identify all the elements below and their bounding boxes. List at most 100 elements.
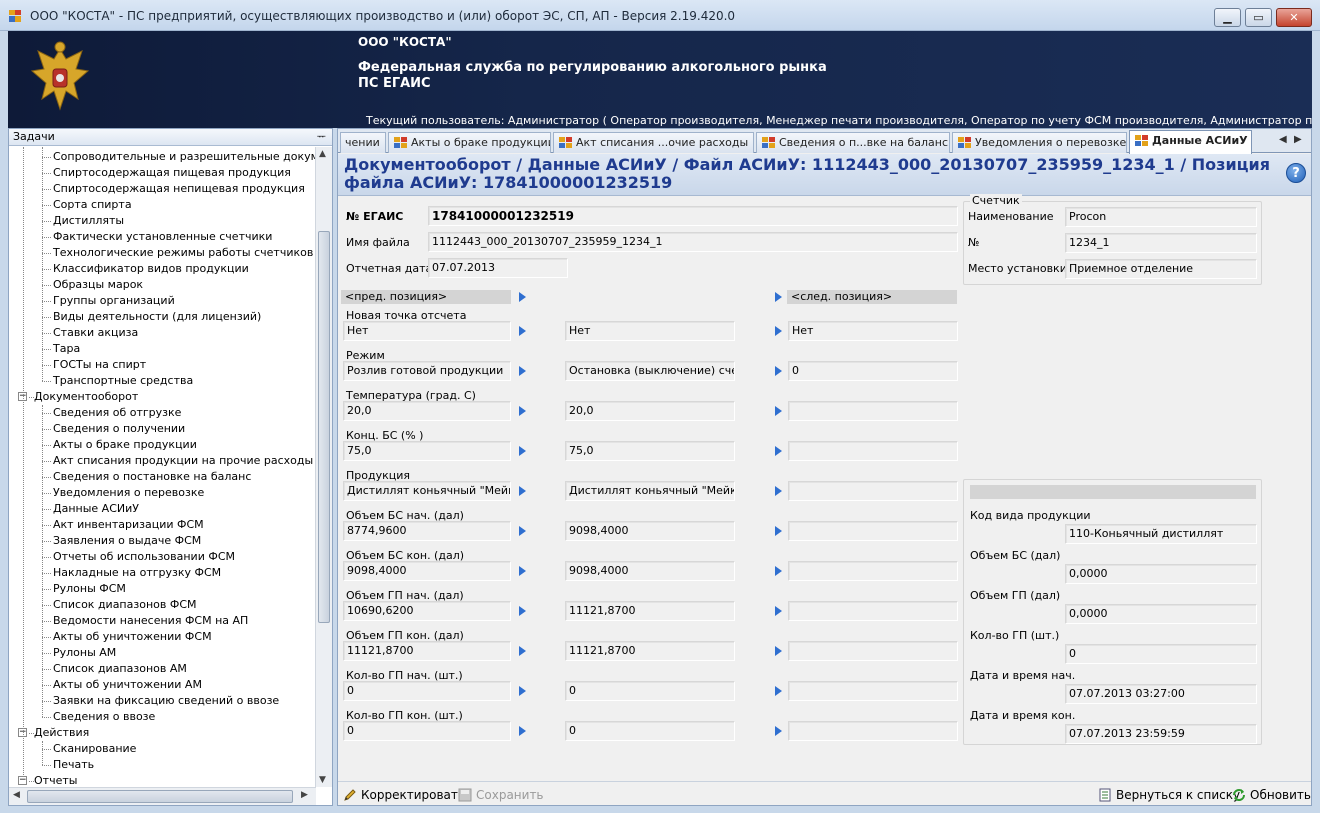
end-datetime-field[interactable]: 07.07.2013 23:59:59 bbox=[1065, 724, 1257, 744]
current-value-field[interactable]: 11121,8700 bbox=[565, 641, 735, 661]
tree-item[interactable]: Накладные на отгрузку ФСМ bbox=[53, 565, 221, 581]
current-value-field[interactable]: 9098,4000 bbox=[565, 561, 735, 581]
next-arrow-icon[interactable] bbox=[775, 292, 782, 302]
product-kind-field[interactable]: 110-Коньячный дистиллят bbox=[1065, 524, 1257, 544]
tree-group[interactable]: Отчеты bbox=[34, 773, 77, 787]
prev-value-field[interactable]: 20,0 bbox=[343, 401, 511, 421]
copy-arrow-icon[interactable] bbox=[775, 606, 782, 616]
copy-arrow-icon[interactable] bbox=[775, 686, 782, 696]
copy-arrow-icon[interactable] bbox=[775, 446, 782, 456]
tree-item[interactable]: Виды деятельности (для лицензий) bbox=[53, 309, 261, 325]
tree-item[interactable]: Печать bbox=[53, 757, 94, 773]
tree-group[interactable]: Документооборот bbox=[34, 389, 138, 405]
tree-item[interactable]: Спиртосодержащая пищевая продукция bbox=[53, 165, 291, 181]
file-name-field[interactable]: 1112443_000_20130707_235959_1234_1 bbox=[428, 232, 958, 252]
prev-value-field[interactable]: Розлив готовой продукции bbox=[343, 361, 511, 381]
refresh-button[interactable]: Обновить bbox=[1232, 786, 1311, 804]
copy-arrow-icon[interactable] bbox=[519, 566, 526, 576]
volume-gp-field[interactable]: 0,0000 bbox=[1065, 604, 1257, 624]
scroll-down-icon[interactable]: ▼ bbox=[319, 775, 326, 785]
current-value-field[interactable]: 0 bbox=[565, 681, 735, 701]
tree-item[interactable]: Акты о браке продукции bbox=[53, 437, 197, 453]
prev-value-field[interactable]: Нет bbox=[343, 321, 511, 341]
next-value-field[interactable] bbox=[788, 481, 958, 501]
next-value-field[interactable] bbox=[788, 441, 958, 461]
tree-item[interactable]: Список диапазонов АМ bbox=[53, 661, 187, 677]
next-value-field[interactable] bbox=[788, 561, 958, 581]
maximize-button[interactable]: ▭ bbox=[1245, 8, 1272, 27]
prev-position-link[interactable]: <пред. позиция> bbox=[341, 290, 511, 304]
tree-item[interactable]: Заявки на фиксацию сведений о ввозе bbox=[53, 693, 279, 709]
pin-icon[interactable]: ᅲ bbox=[317, 130, 326, 146]
help-icon[interactable]: ? bbox=[1286, 163, 1306, 183]
scroll-up-icon[interactable]: ▲ bbox=[319, 149, 326, 159]
tree-item[interactable]: Акт списания продукции на прочие расходы bbox=[53, 453, 313, 469]
tree-item[interactable]: Образцы марок bbox=[53, 277, 143, 293]
tab-scroll-right-icon[interactable]: ▶ bbox=[1294, 134, 1302, 145]
prev-arrow-icon[interactable] bbox=[519, 292, 526, 302]
tree-item[interactable]: Сопроводительные и разрешительные докуме… bbox=[53, 149, 316, 165]
tree-item[interactable]: Ставки акциза bbox=[53, 325, 138, 341]
tree-item[interactable]: Фактически установленные счетчики bbox=[53, 229, 272, 245]
current-value-field[interactable]: Нет bbox=[565, 321, 735, 341]
next-value-field[interactable] bbox=[788, 721, 958, 741]
tree-item[interactable]: Акты об уничтожении ФСМ bbox=[53, 629, 212, 645]
tree-item[interactable]: Группы организаций bbox=[53, 293, 175, 309]
current-value-field[interactable]: 75,0 bbox=[565, 441, 735, 461]
current-value-field[interactable]: 20,0 bbox=[565, 401, 735, 421]
copy-arrow-icon[interactable] bbox=[519, 446, 526, 456]
minimize-button[interactable]: ▁ bbox=[1214, 8, 1241, 27]
copy-arrow-icon[interactable] bbox=[519, 406, 526, 416]
tree-item[interactable]: Данные АСИиУ bbox=[53, 501, 139, 517]
tree-item[interactable]: Дистилляты bbox=[53, 213, 124, 229]
scroll-left-icon[interactable]: ◀ bbox=[13, 790, 20, 800]
counter-place-field[interactable]: Приемное отделение bbox=[1065, 259, 1257, 279]
next-value-field[interactable] bbox=[788, 681, 958, 701]
tree-item[interactable]: Сведения о получении bbox=[53, 421, 185, 437]
current-value-field[interactable]: Дистиллят коньячный "Мейков" bbox=[565, 481, 735, 501]
tree-item[interactable]: Классификатор видов продукции bbox=[53, 261, 249, 277]
counter-number-field[interactable]: 1234_1 bbox=[1065, 233, 1257, 253]
prev-value-field[interactable]: 8774,9600 bbox=[343, 521, 511, 541]
tree-expander-icon[interactable]: − bbox=[18, 776, 27, 785]
save-button[interactable]: Сохранить bbox=[458, 786, 544, 804]
tab-5[interactable]: Данные АСИиУ bbox=[1129, 130, 1252, 154]
tree-item[interactable]: Сведения об отгрузке bbox=[53, 405, 181, 421]
start-datetime-field[interactable]: 07.07.2013 03:27:00 bbox=[1065, 684, 1257, 704]
close-button[interactable]: ✕ bbox=[1276, 8, 1312, 27]
current-value-field[interactable]: 11121,8700 bbox=[565, 601, 735, 621]
tree-item[interactable]: Уведомления о перевозке bbox=[53, 485, 204, 501]
tree-vertical-scrollbar[interactable]: ▲ ▼ bbox=[315, 147, 332, 787]
count-gp-field[interactable]: 0 bbox=[1065, 644, 1257, 664]
scroll-right-icon[interactable]: ▶ bbox=[301, 790, 308, 800]
counter-name-field[interactable]: Procon bbox=[1065, 207, 1257, 227]
tab-scroll-left-icon[interactable]: ◀ bbox=[1279, 134, 1287, 145]
tree-item[interactable]: Отчеты об использовании ФСМ bbox=[53, 549, 235, 565]
current-value-field[interactable]: Остановка (выключение) счетчика bbox=[565, 361, 735, 381]
copy-arrow-icon[interactable] bbox=[775, 326, 782, 336]
tree-item[interactable]: Список диапазонов ФСМ bbox=[53, 597, 197, 613]
copy-arrow-icon[interactable] bbox=[775, 526, 782, 536]
tree-item[interactable]: Рулоны ФСМ bbox=[53, 581, 126, 597]
tree-item[interactable]: Акт инвентаризации ФСМ bbox=[53, 517, 204, 533]
prev-value-field[interactable]: 75,0 bbox=[343, 441, 511, 461]
next-value-field[interactable] bbox=[788, 401, 958, 421]
copy-arrow-icon[interactable] bbox=[519, 686, 526, 696]
edit-button[interactable]: Корректировать bbox=[343, 786, 465, 804]
tab-0[interactable]: чении bbox=[340, 132, 386, 153]
prev-value-field[interactable]: Дистиллят коньячный "Мейков" bbox=[343, 481, 511, 501]
volume-bs-field[interactable]: 0,0000 bbox=[1065, 564, 1257, 584]
tree-item[interactable]: Спиртосодержащая непищевая продукция bbox=[53, 181, 305, 197]
tree-item[interactable]: Сорта спирта bbox=[53, 197, 132, 213]
current-value-field[interactable]: 9098,4000 bbox=[565, 521, 735, 541]
egais-field[interactable]: 17841000001232519 bbox=[428, 206, 958, 226]
tree-item[interactable]: ГОСТы на спирт bbox=[53, 357, 146, 373]
back-to-list-button[interactable]: Вернуться к списку bbox=[1098, 786, 1240, 804]
copy-arrow-icon[interactable] bbox=[519, 486, 526, 496]
tree-item[interactable]: Сведения о постановке на баланс bbox=[53, 469, 251, 485]
tree-item[interactable]: Тара bbox=[53, 341, 80, 357]
copy-arrow-icon[interactable] bbox=[519, 726, 526, 736]
next-value-field[interactable]: 0 bbox=[788, 361, 958, 381]
tab-2[interactable]: Акт списания ...очие расходы bbox=[553, 132, 754, 153]
next-value-field[interactable] bbox=[788, 521, 958, 541]
